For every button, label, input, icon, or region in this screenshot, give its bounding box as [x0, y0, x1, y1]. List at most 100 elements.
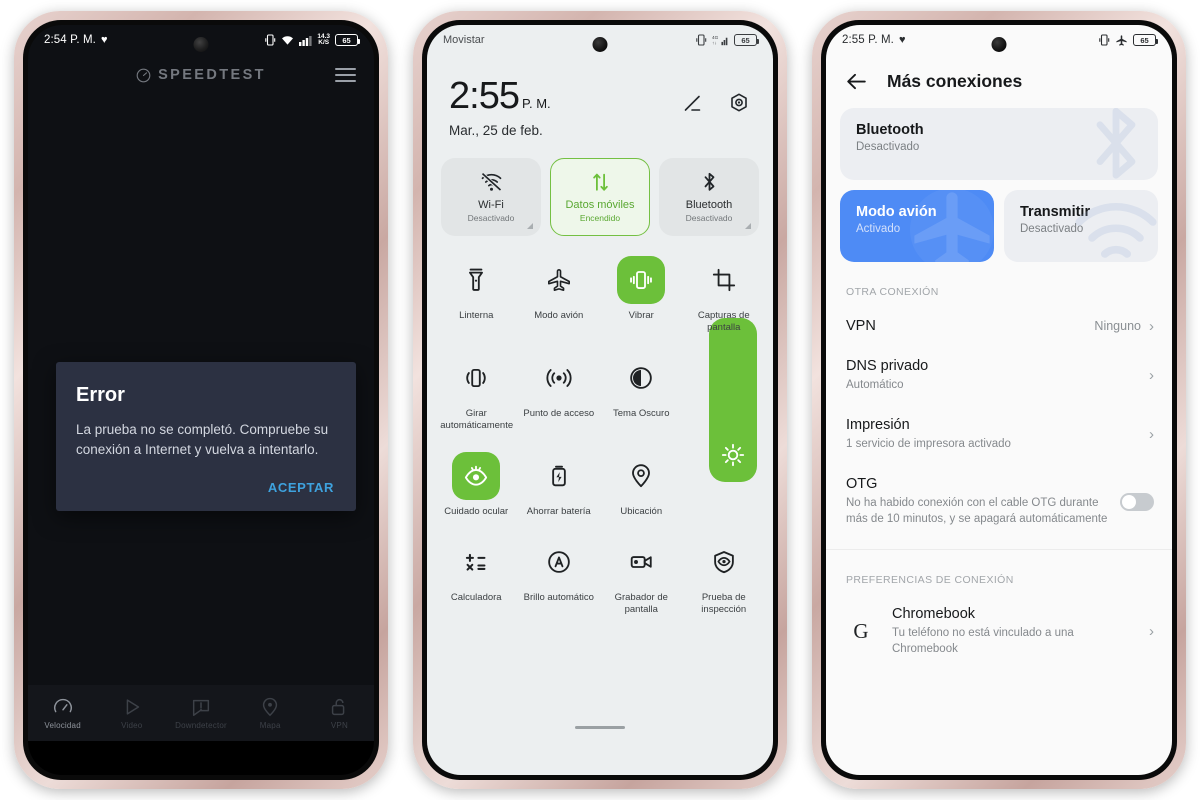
dark-theme-icon: [617, 354, 665, 402]
eye-care-icon: [452, 451, 501, 500]
tab-downdetector[interactable]: Downdetector: [166, 696, 235, 730]
tab-vpn[interactable]: VPN: [305, 696, 374, 730]
list-item-chromebook[interactable]: G Chromebook Tu teléfono no está vincula…: [826, 594, 1172, 669]
wifi-off-icon: [479, 171, 503, 192]
front-camera-punch-hole: [991, 37, 1007, 52]
quick-toggle-brillo-automatico[interactable]: Brillo automático: [518, 530, 601, 622]
tile-state: Desactivado: [685, 212, 733, 223]
clock-block[interactable]: 2:55 P. M. Mar., 25 de feb.: [449, 77, 551, 138]
card-transmitir[interactable]: Transmitir Desactivado: [1004, 190, 1158, 262]
mobile-data-icon: [592, 173, 608, 191]
item-sub: Tu teléfono no está vinculado a una Chro…: [892, 627, 1074, 655]
netspeed-unit: K/S: [318, 39, 330, 46]
quick-toggle-punto-acceso[interactable]: Punto de acceso: [518, 346, 601, 438]
play-triangle-icon: [126, 699, 139, 715]
toggle-label: Modo avión: [534, 309, 584, 321]
three-phone-screenshot-composite: 2:54 P. M. ♥ 14.3 K/S 65 SPEEDTEST Error…: [0, 0, 1200, 800]
navigation-bar-area: [28, 741, 374, 775]
list-item-impresion[interactable]: Impresión 1 servicio de impresora activa…: [826, 405, 1172, 464]
card-state: Desactivado: [856, 141, 920, 153]
control-center-actions: [681, 77, 751, 115]
toggle-label: Ubicación: [620, 505, 663, 517]
back-arrow-icon[interactable]: [844, 69, 869, 94]
map-pin-icon: [263, 697, 278, 717]
accept-button[interactable]: ACEPTAR: [266, 476, 336, 499]
tile-label: Wi-Fi: [478, 198, 504, 211]
tab-mapa[interactable]: Mapa: [236, 696, 305, 730]
tile-datos-moviles[interactable]: Datos móviles Encendido: [550, 157, 650, 236]
home-indicator[interactable]: [575, 726, 625, 729]
vibrate-phone-icon: [617, 255, 666, 304]
quick-toggle-brightness-spacer: [683, 346, 766, 438]
toggle-label: Tema Oscuro: [613, 407, 670, 419]
speedtest-logo: SPEEDTEST: [136, 67, 266, 83]
settings-gear-icon[interactable]: [727, 91, 751, 115]
card-state: Activado: [856, 223, 901, 235]
clock-time: 2:55: [449, 75, 520, 117]
tab-video[interactable]: Video: [97, 696, 166, 730]
tile-expand-corner-icon[interactable]: [527, 222, 533, 229]
list-item-otg[interactable]: OTG No ha habido conexión con el cable O…: [826, 464, 1172, 539]
card-title: Modo avión: [856, 204, 937, 220]
tile-bluetooth[interactable]: Bluetooth Desactivado: [659, 157, 759, 236]
speedtest-logo-text: SPEEDTEST: [158, 67, 266, 83]
speedtest-gauge-icon: [136, 68, 151, 82]
chevron-right-icon: ›: [1149, 623, 1154, 640]
toggle-label: Linterna: [459, 309, 494, 321]
location-pin-icon: [617, 452, 665, 500]
phone-3-settings: 2:55 P. M. ♥ 65 Más conexiones Bluetooth…: [812, 11, 1186, 789]
tile-state: Desactivado: [467, 212, 515, 223]
quick-toggle-ahorrar-bateria[interactable]: Ahorrar batería: [518, 444, 601, 524]
toggle-label: Brillo automático: [523, 591, 594, 603]
battery-saver-icon: [535, 452, 583, 500]
phone-1-bezel: 2:54 P. M. ♥ 14.3 K/S 65 SPEEDTEST Error…: [23, 20, 379, 780]
vibrate-icon: [696, 34, 707, 46]
hamburger-menu-icon[interactable]: [335, 68, 356, 82]
svg-text:↑↓: ↑↓: [712, 42, 717, 46]
quick-toggle-cuidado-ocular[interactable]: Cuidado ocular: [435, 444, 518, 524]
item-title: OTG: [846, 476, 878, 492]
quick-toggle-ubicacion[interactable]: Ubicación: [600, 444, 683, 524]
quick-toggle-grabador-pantalla[interactable]: Grabador de pantalla: [600, 530, 683, 622]
toggle-label: Cuidado ocular: [444, 505, 509, 517]
tab-velocidad[interactable]: Velocidad: [28, 696, 97, 730]
item-sub: Automático: [846, 379, 904, 391]
quick-toggle-girar[interactable]: Girar automáticamente: [435, 346, 518, 438]
svg-text:4G: 4G: [712, 35, 719, 41]
card-state: Desactivado: [1020, 223, 1084, 235]
item-title: DNS privado: [846, 358, 929, 374]
chevron-right-icon: ›: [1149, 367, 1154, 384]
airplane-icon: [1116, 34, 1127, 46]
quick-toggle-prueba-inspeccion[interactable]: Prueba de inspección: [683, 530, 766, 622]
tab-label: VPN: [330, 721, 348, 730]
otg-toggle-switch[interactable]: [1120, 492, 1154, 511]
quick-toggle-vibrar[interactable]: Vibrar: [600, 248, 683, 340]
section-title-preferencias: PREFERENCIAS DE CONEXIÓN: [846, 574, 1014, 586]
tile-wifi[interactable]: Wi-Fi Desactivado: [441, 157, 541, 236]
toggle-label: Calculadora: [450, 591, 502, 603]
control-center-clock-row: 2:55 P. M. Mar., 25 de feb.: [427, 55, 773, 138]
quick-toggle-capturas[interactable]: Capturas de pantalla: [683, 248, 766, 340]
phone-2-bezel: Movistar 4G ↑↓ 65 2:55 P. M. Mar., 25 de…: [422, 20, 778, 780]
quick-toggle-modo-avion[interactable]: Modo avión: [518, 248, 601, 340]
list-item-vpn[interactable]: VPN Ninguno ›: [826, 306, 1172, 346]
card-row-2: Modo avión Activado Transmitir Desactiva…: [840, 190, 1158, 262]
quick-toggle-tema-oscuro[interactable]: Tema Oscuro: [600, 346, 683, 438]
list-item-dns-privado[interactable]: DNS privado Automático ›: [826, 346, 1172, 405]
status-time: 2:55 P. M.: [842, 34, 894, 46]
card-modo-avion[interactable]: Modo avión Activado: [840, 190, 994, 262]
screenshot-crop-icon: [700, 256, 748, 304]
auto-rotate-icon: [452, 354, 500, 402]
quick-toggle-linterna[interactable]: Linterna: [435, 248, 518, 340]
battery-indicator: 65: [734, 34, 759, 46]
tile-state: Encendido: [579, 212, 621, 223]
wifi-icon: [282, 35, 294, 45]
card-bluetooth[interactable]: Bluetooth Desactivado: [840, 108, 1158, 180]
edit-pencil-icon[interactable]: [681, 91, 705, 115]
quick-toggle-calculadora[interactable]: Calculadora: [435, 530, 518, 622]
tile-expand-corner-icon[interactable]: [745, 222, 751, 229]
speedtest-tab-bar: Velocidad Video Downdetector Mapa VPN: [28, 685, 374, 741]
item-title: Impresión: [846, 417, 910, 433]
tile-label: Datos móviles: [565, 198, 635, 211]
item-sub: 1 servicio de impresora activado: [846, 438, 1011, 450]
